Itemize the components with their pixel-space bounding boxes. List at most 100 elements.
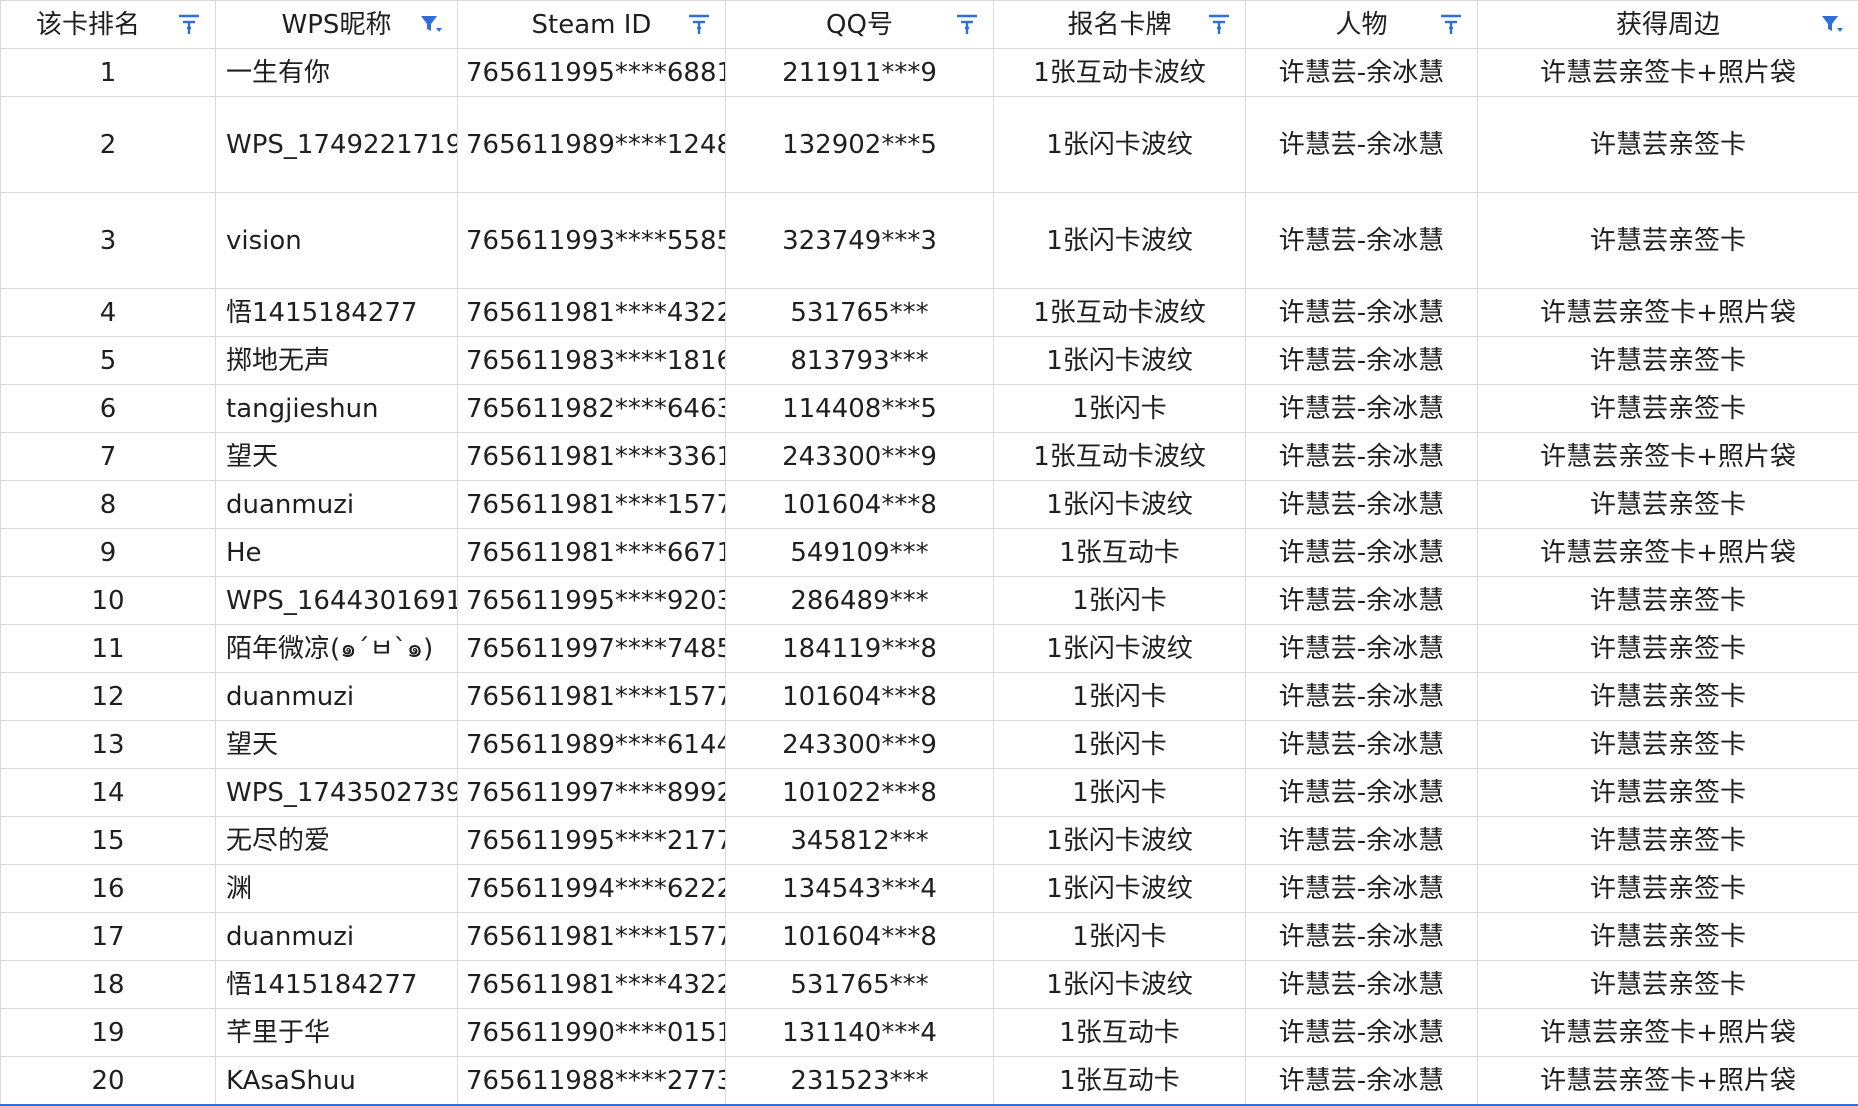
steam-id-cell[interactable]: 765611997****7485 xyxy=(458,625,726,673)
steam-id-cell[interactable]: 765611981****1577 xyxy=(458,481,726,529)
entry-card-cell[interactable]: 1张互动卡波纹 xyxy=(994,433,1246,481)
column-header-steam-id[interactable]: Steam ID xyxy=(458,1,726,49)
steam-id-cell[interactable]: 765611981****3361 xyxy=(458,433,726,481)
steam-id-cell[interactable]: 765611994****6222 xyxy=(458,865,726,913)
nickname-cell[interactable]: tangjieshun xyxy=(216,385,458,433)
qq-cell[interactable]: 243300***9 xyxy=(726,721,994,769)
nickname-cell[interactable]: 掷地无声 xyxy=(216,337,458,385)
character-cell[interactable]: 许慧芸-余冰慧 xyxy=(1246,289,1478,337)
entry-card-cell[interactable]: 1张闪卡 xyxy=(994,673,1246,721)
rank-cell[interactable]: 14 xyxy=(1,769,216,817)
steam-id-cell[interactable]: 765611981****6671 xyxy=(458,529,726,577)
nickname-cell[interactable]: KAsaShuu xyxy=(216,1057,458,1106)
column-header-character[interactable]: 人物 xyxy=(1246,1,1478,49)
character-cell[interactable]: 许慧芸-余冰慧 xyxy=(1246,385,1478,433)
rank-cell[interactable]: 19 xyxy=(1,1009,216,1057)
character-cell[interactable]: 许慧芸-余冰慧 xyxy=(1246,577,1478,625)
steam-id-cell[interactable]: 765611989****6144 xyxy=(458,721,726,769)
merch-cell[interactable]: 许慧芸亲签卡 xyxy=(1478,961,1858,1009)
rank-cell[interactable]: 11 xyxy=(1,625,216,673)
rank-cell[interactable]: 10 xyxy=(1,577,216,625)
entry-card-cell[interactable]: 1张闪卡波纹 xyxy=(994,865,1246,913)
merch-cell[interactable]: 许慧芸亲签卡 xyxy=(1478,673,1858,721)
entry-card-cell[interactable]: 1张闪卡波纹 xyxy=(994,817,1246,865)
nickname-cell[interactable]: duanmuzi xyxy=(216,913,458,961)
entry-card-cell[interactable]: 1张闪卡 xyxy=(994,769,1246,817)
character-cell[interactable]: 许慧芸-余冰慧 xyxy=(1246,1057,1478,1106)
nickname-cell[interactable]: 芊里于华 xyxy=(216,1009,458,1057)
merch-cell[interactable]: 许慧芸亲签卡 xyxy=(1478,337,1858,385)
qq-cell[interactable]: 323749***3 xyxy=(726,193,994,289)
entry-card-cell[interactable]: 1张闪卡波纹 xyxy=(994,481,1246,529)
rank-cell[interactable]: 12 xyxy=(1,673,216,721)
rank-cell[interactable]: 6 xyxy=(1,385,216,433)
merch-cell[interactable]: 许慧芸亲签卡 xyxy=(1478,97,1858,193)
steam-id-cell[interactable]: 765611997****8992 xyxy=(458,769,726,817)
filter-icon[interactable] xyxy=(687,12,711,36)
merch-cell[interactable]: 许慧芸亲签卡 xyxy=(1478,817,1858,865)
entry-card-cell[interactable]: 1张互动卡波纹 xyxy=(994,49,1246,97)
nickname-cell[interactable]: WPS_1749221719 xyxy=(216,97,458,193)
steam-id-cell[interactable]: 765611995****2177 xyxy=(458,817,726,865)
entry-card-cell[interactable]: 1张互动卡 xyxy=(994,1057,1246,1106)
steam-id-cell[interactable]: 765611989****1248 xyxy=(458,97,726,193)
rank-cell[interactable]: 3 xyxy=(1,193,216,289)
character-cell[interactable]: 许慧芸-余冰慧 xyxy=(1246,433,1478,481)
entry-card-cell[interactable]: 1张闪卡波纹 xyxy=(994,337,1246,385)
qq-cell[interactable]: 211911***9 xyxy=(726,49,994,97)
character-cell[interactable]: 许慧芸-余冰慧 xyxy=(1246,337,1478,385)
qq-cell[interactable]: 114408***5 xyxy=(726,385,994,433)
column-header-wps-nickname[interactable]: WPS昵称 xyxy=(216,1,458,49)
character-cell[interactable]: 许慧芸-余冰慧 xyxy=(1246,1009,1478,1057)
entry-card-cell[interactable]: 1张闪卡波纹 xyxy=(994,625,1246,673)
steam-id-cell[interactable]: 765611993****5585 xyxy=(458,193,726,289)
entry-card-cell[interactable]: 1张闪卡波纹 xyxy=(994,961,1246,1009)
nickname-cell[interactable]: 望天 xyxy=(216,721,458,769)
qq-cell[interactable]: 101022***8 xyxy=(726,769,994,817)
qq-cell[interactable]: 134543***4 xyxy=(726,865,994,913)
rank-cell[interactable]: 9 xyxy=(1,529,216,577)
entry-card-cell[interactable]: 1张闪卡 xyxy=(994,721,1246,769)
nickname-cell[interactable]: 一生有你 xyxy=(216,49,458,97)
rank-cell[interactable]: 8 xyxy=(1,481,216,529)
filter-icon[interactable] xyxy=(1439,12,1463,36)
entry-card-cell[interactable]: 1张互动卡 xyxy=(994,1009,1246,1057)
filter-active-icon[interactable] xyxy=(419,12,443,36)
qq-cell[interactable]: 345812*** xyxy=(726,817,994,865)
character-cell[interactable]: 许慧芸-余冰慧 xyxy=(1246,961,1478,1009)
character-cell[interactable]: 许慧芸-余冰慧 xyxy=(1246,673,1478,721)
merch-cell[interactable]: 许慧芸亲签卡 xyxy=(1478,577,1858,625)
character-cell[interactable]: 许慧芸-余冰慧 xyxy=(1246,625,1478,673)
filter-icon[interactable] xyxy=(1207,12,1231,36)
column-header-entry-card[interactable]: 报名卡牌 xyxy=(994,1,1246,49)
rank-cell[interactable]: 2 xyxy=(1,97,216,193)
nickname-cell[interactable]: WPS_1743502739 xyxy=(216,769,458,817)
character-cell[interactable]: 许慧芸-余冰慧 xyxy=(1246,817,1478,865)
merch-cell[interactable]: 许慧芸亲签卡+照片袋 xyxy=(1478,529,1858,577)
rank-cell[interactable]: 15 xyxy=(1,817,216,865)
nickname-cell[interactable]: 渊 xyxy=(216,865,458,913)
qq-cell[interactable]: 101604***8 xyxy=(726,673,994,721)
qq-cell[interactable]: 101604***8 xyxy=(726,481,994,529)
character-cell[interactable]: 许慧芸-余冰慧 xyxy=(1246,721,1478,769)
qq-cell[interactable]: 231523*** xyxy=(726,1057,994,1106)
column-header-qq-number[interactable]: QQ号 xyxy=(726,1,994,49)
qq-cell[interactable]: 286489*** xyxy=(726,577,994,625)
nickname-cell[interactable]: 无尽的爱 xyxy=(216,817,458,865)
rank-cell[interactable]: 16 xyxy=(1,865,216,913)
steam-id-cell[interactable]: 765611983****1816 xyxy=(458,337,726,385)
rank-cell[interactable]: 5 xyxy=(1,337,216,385)
nickname-cell[interactable]: 悟1415184277 xyxy=(216,961,458,1009)
nickname-cell[interactable]: 悟1415184277 xyxy=(216,289,458,337)
merch-cell[interactable]: 许慧芸亲签卡 xyxy=(1478,721,1858,769)
merch-cell[interactable]: 许慧芸亲签卡 xyxy=(1478,913,1858,961)
column-header-merch-reward[interactable]: 获得周边 xyxy=(1478,1,1858,49)
qq-cell[interactable]: 531765*** xyxy=(726,961,994,1009)
entry-card-cell[interactable]: 1张闪卡 xyxy=(994,913,1246,961)
steam-id-cell[interactable]: 765611981****1577 xyxy=(458,673,726,721)
character-cell[interactable]: 许慧芸-余冰慧 xyxy=(1246,481,1478,529)
merch-cell[interactable]: 许慧芸亲签卡 xyxy=(1478,385,1858,433)
qq-cell[interactable]: 131140***4 xyxy=(726,1009,994,1057)
qq-cell[interactable]: 184119***8 xyxy=(726,625,994,673)
character-cell[interactable]: 许慧芸-余冰慧 xyxy=(1246,49,1478,97)
